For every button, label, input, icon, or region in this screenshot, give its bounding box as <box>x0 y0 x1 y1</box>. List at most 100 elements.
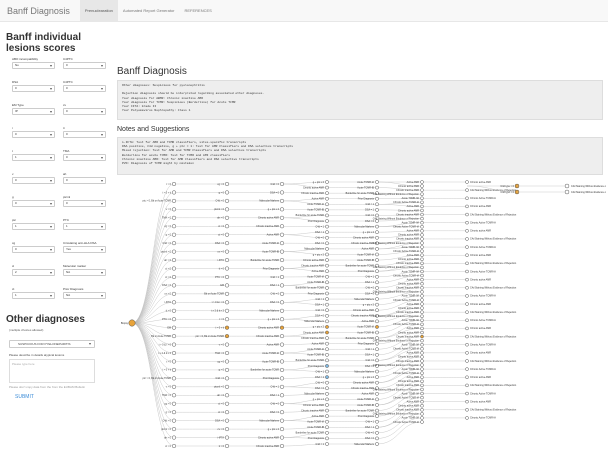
tree-node <box>420 229 424 233</box>
tree-node <box>224 232 230 237</box>
tree-mid-label: C4d = 0 <box>366 287 375 290</box>
score-select[interactable]: 0 <box>63 131 106 138</box>
chevron-down-icon <box>101 134 103 136</box>
score-select[interactable]: NA <box>63 292 106 299</box>
score-select[interactable]: 0 <box>12 177 55 184</box>
tree-node <box>375 391 379 396</box>
tree-node <box>224 181 230 187</box>
tree-mid-label: g + ptc ≥ 2 <box>363 303 375 306</box>
tree-branch-label: g > 0 <box>219 191 225 194</box>
tree-node <box>375 352 379 357</box>
tree-node <box>465 334 469 339</box>
notes-output: i-IFTA: Test for AMR and TCMR classifier… <box>117 137 603 175</box>
tree-mid-label: Active AMR <box>312 198 325 201</box>
score-select[interactable]: 0 <box>63 200 106 207</box>
score-select[interactable]: 0 <box>63 108 106 115</box>
score-select[interactable]: 0 <box>63 154 106 161</box>
score-select[interactable]: 0 <box>63 62 106 69</box>
score-field: TMA 0 <box>63 149 106 161</box>
tree-node <box>465 261 469 266</box>
tree-mid-label: Chronic active AMR <box>258 436 279 439</box>
tree-end-label: Chronic inactive AMR <box>396 335 419 338</box>
tree-mid-label: C4d = 1 <box>316 443 325 446</box>
tree-mid-label: DSA = 1 <box>365 209 375 212</box>
score-select[interactable]: No <box>12 62 55 69</box>
score-select-value: 0 <box>15 201 17 205</box>
tree-node <box>420 399 424 404</box>
tree-branch-label: cg > 0 <box>164 403 171 406</box>
tree-end-label: Chronic Active TCMR-IA <box>393 250 419 253</box>
score-select[interactable]: 1 <box>12 154 55 161</box>
tab-references[interactable]: REFERENCES <box>180 0 217 22</box>
tree-node <box>279 418 285 423</box>
tree-branch-label: g > 0 <box>166 234 172 237</box>
tree-mid-label: Acute TCMR-IA <box>307 276 324 279</box>
other-diagnoses-select[interactable]: SUSPICIOUS FOR PYELONEPHRITIS <box>9 340 95 348</box>
tree-node <box>325 369 329 374</box>
tree-end-label: Active AMR <box>407 303 420 306</box>
tree-leaf-label: C4d Staining Without Evidence of Rejecti… <box>571 191 606 194</box>
tree-end-label: Chronic active AMR <box>398 258 419 261</box>
tree-node <box>375 196 379 201</box>
tree-mid-label: C4d = 0 <box>366 432 375 435</box>
tree-node <box>420 391 424 396</box>
score-select[interactable]: 1 <box>12 292 55 299</box>
score-select-value: 1 <box>15 224 17 228</box>
tree-node <box>420 338 424 343</box>
score-select[interactable]: 1 <box>63 223 106 230</box>
tree-node <box>465 351 469 355</box>
description-textarea[interactable]: Please type here <box>9 359 95 383</box>
tree-mid-label: g + ptc ≥ 2 <box>313 326 325 329</box>
submit-button[interactable]: SUBMIT <box>15 394 34 400</box>
score-select[interactable]: 2 <box>12 269 55 276</box>
tree-mid-label: Acute TCMR-IA <box>262 352 279 355</box>
tree-mid-label: g + ptc ≥ 2 <box>268 208 280 211</box>
tree-end-label: Active AMR <box>407 376 420 379</box>
score-select-value: IP <box>15 109 18 113</box>
tree-node <box>375 235 379 240</box>
tree-branch-label: t ≥ 2 & ti ≥ 2 <box>211 310 224 313</box>
tab-report-generator[interactable]: Automated Report Generator <box>118 0 180 22</box>
score-select[interactable]: IP <box>12 108 55 115</box>
chevron-down-icon <box>101 88 103 90</box>
tree-node <box>325 252 329 257</box>
tree-node <box>325 208 329 212</box>
tree-node <box>279 300 285 305</box>
tree-branch-label: ptc > 0, Bk or Acute TCMR <box>143 377 172 380</box>
tree-mid-label: g + ptc ≥ 2 <box>363 376 375 379</box>
tree-leaf-label: Chronic Active TCMR-IA <box>470 295 496 298</box>
tree-node <box>465 318 469 323</box>
tree-end-label: Chronic inactive AMR <box>396 384 419 387</box>
tree-end-label: Chronic active AMR <box>398 234 419 237</box>
tree-node <box>224 342 230 347</box>
score-select[interactable]: 0 <box>12 200 55 207</box>
tree-end-label: Chronic active AMR <box>398 380 419 383</box>
tree-node <box>465 294 469 298</box>
tree-leaf-label: Chronic active AMR <box>470 376 491 379</box>
tree-node <box>279 384 285 389</box>
tree-node <box>224 215 230 220</box>
score-select[interactable]: 0 <box>12 246 55 253</box>
tree-node <box>375 185 379 190</box>
tree-node <box>420 245 424 249</box>
tree-node <box>325 380 329 385</box>
tree-node <box>325 408 329 413</box>
score-select[interactable]: NA <box>63 269 106 276</box>
score-select[interactable]: 0 <box>63 177 106 184</box>
tree-node <box>325 325 329 329</box>
tree-node <box>279 401 285 406</box>
tree-node <box>171 334 177 339</box>
app-brand[interactable]: Banff Diagnosis <box>0 6 80 16</box>
sidebar: Banff individual lesions scores <box>6 32 106 54</box>
score-select[interactable]: 0 <box>63 85 106 92</box>
score-select[interactable]: Yes <box>63 246 106 253</box>
tree-mid-label: Acute TCMR-IB <box>357 259 374 262</box>
tab-prenuclearation[interactable]: Prenuclearation <box>79 0 118 22</box>
score-field: PTC 1 <box>63 218 106 230</box>
score-field: v0 <box>12 172 55 184</box>
score-select[interactable]: 0 <box>12 85 55 92</box>
score-select[interactable]: 1 <box>12 223 55 230</box>
tree-node <box>325 352 329 357</box>
tree-leaf-label: Chronic Active TCMR-IA <box>470 246 496 249</box>
score-select[interactable]: 0 <box>12 131 55 138</box>
